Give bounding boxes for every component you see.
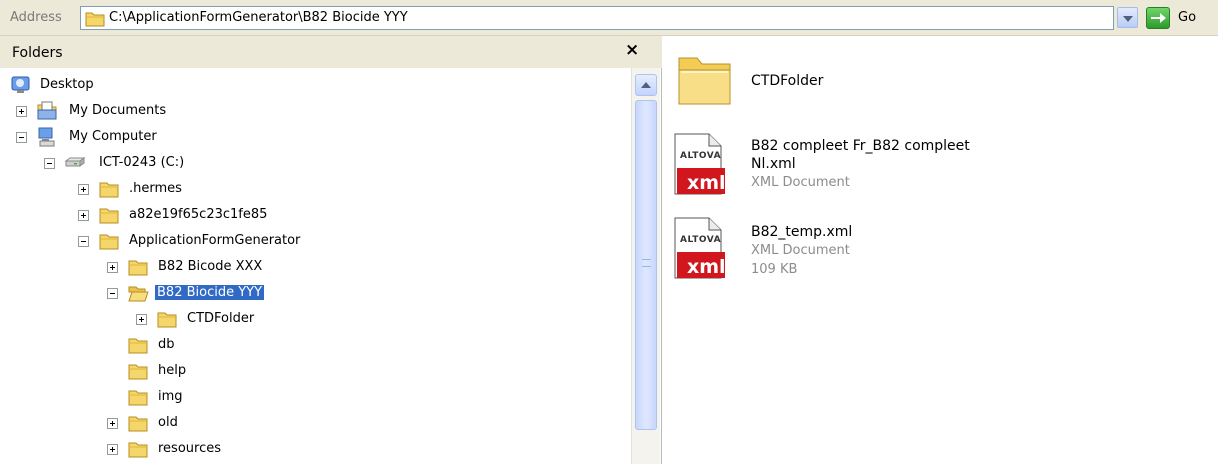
folders-pane-header: Folders ×	[0, 36, 662, 68]
address-path: C:\ApplicationFormGenerator\B82 Biocide …	[109, 10, 408, 25]
expand-icon[interactable]	[78, 184, 89, 195]
tree-item-label: db	[158, 337, 175, 352]
folder-icon	[128, 416, 148, 432]
tree-item-label: a82e19f65c23c1fe85	[129, 207, 268, 222]
file-item-b82-temp-xml[interactable]: ALTOVA xml B82_temp.xml XML Document 109…	[671, 216, 1001, 290]
go-arrow-icon	[1146, 7, 1170, 29]
collapse-icon[interactable]	[107, 288, 118, 299]
address-dropdown-button[interactable]	[1117, 7, 1138, 28]
tree-item-label: ICT-0243 (C:)	[99, 155, 185, 170]
file-name: B82_temp.xml	[751, 224, 853, 240]
close-icon[interactable]: ×	[625, 40, 639, 60]
file-name-continued: Nl.xml	[751, 156, 796, 172]
tree-item-b82-bicode-xxx[interactable]: B82 Bicode XXX	[0, 256, 360, 280]
grip-icon	[642, 259, 651, 267]
address-label: Address	[10, 10, 62, 25]
tree-item-label: B82 Bicode XXX	[158, 259, 263, 274]
collapse-icon[interactable]	[78, 236, 89, 247]
computer-icon	[38, 127, 55, 147]
folder-tree: Desktop My Documents My Computer ICT-024…	[0, 74, 630, 464]
drive-icon	[64, 157, 86, 167]
expand-icon[interactable]	[107, 418, 118, 429]
tree-item-my-computer[interactable]: My Computer	[0, 126, 300, 150]
tree-item-label: help	[158, 363, 187, 378]
tree-item-desktop[interactable]: Desktop	[0, 74, 300, 98]
expand-icon[interactable]	[107, 444, 118, 455]
folders-scrollbar[interactable]	[631, 68, 660, 464]
folder-icon	[128, 364, 148, 380]
folder-icon	[128, 390, 148, 406]
desktop-icon	[11, 76, 30, 93]
address-input[interactable]: C:\ApplicationFormGenerator\B82 Biocide …	[80, 6, 1114, 30]
file-list: CTDFolder ALTOVA xml B82 compleet Fr_B82…	[663, 36, 1218, 464]
address-bar: Address C:\ApplicationFormGenerator\B82 …	[0, 0, 1218, 36]
folders-pane-title: Folders	[12, 45, 63, 61]
chevron-down-icon	[1123, 16, 1133, 22]
expand-icon[interactable]	[78, 210, 89, 221]
open-folder-icon	[128, 286, 149, 302]
file-size: 109 KB	[751, 262, 798, 277]
file-name: CTDFolder	[751, 73, 824, 89]
file-item-ctdfolder[interactable]: CTDFolder	[675, 48, 975, 114]
tree-item-label: img	[158, 389, 183, 404]
tree-item-old[interactable]: old	[0, 412, 360, 436]
folders-pane: Folders × Desktop My Documents My Comput…	[0, 36, 662, 464]
folder-icon	[99, 208, 119, 224]
large-folder-icon	[678, 57, 731, 105]
folder-icon	[99, 234, 119, 250]
tree-item-hermes[interactable]: .hermes	[0, 178, 360, 202]
folder-icon	[99, 182, 119, 198]
folder-icon	[128, 338, 148, 354]
tree-item-label: old	[158, 415, 178, 430]
tree-item-db[interactable]: db	[0, 334, 360, 358]
tree-item-applicationformgenerator[interactable]: ApplicationFormGenerator	[0, 230, 360, 254]
file-type: XML Document	[751, 243, 850, 258]
xml-badge-label: xml	[687, 172, 726, 194]
tree-item-b82-biocide-yyy[interactable]: B82 Biocide YYY	[0, 282, 360, 306]
xml-badge-label: xml	[687, 256, 726, 278]
altova-brand-label: ALTOVA	[680, 235, 722, 245]
tree-item-label: ApplicationFormGenerator	[129, 233, 301, 248]
tree-item-label: Desktop	[40, 77, 94, 92]
tree-item-label: CTDFolder	[187, 311, 255, 326]
tree-item-label: My Computer	[69, 129, 157, 144]
folder-icon	[128, 260, 148, 276]
scroll-up-button[interactable]	[635, 74, 657, 96]
folder-icon	[85, 12, 105, 27]
file-name: B82 compleet Fr_B82 compleet	[751, 138, 970, 154]
tree-item-label: My Documents	[69, 103, 167, 118]
tree-item-drive-c[interactable]: ICT-0243 (C:)	[0, 152, 300, 176]
tree-item-label: resources	[158, 441, 222, 456]
tree-item-resources[interactable]: resources	[0, 438, 360, 462]
scroll-thumb[interactable]	[635, 100, 657, 430]
collapse-icon[interactable]	[16, 132, 27, 143]
folder-icon	[128, 442, 148, 458]
expand-icon[interactable]	[136, 314, 147, 325]
collapse-icon[interactable]	[44, 158, 55, 169]
expand-icon[interactable]	[107, 262, 118, 273]
tree-item-help[interactable]: help	[0, 360, 360, 384]
folder-icon	[157, 312, 177, 328]
documents-icon	[37, 101, 57, 120]
tree-item-img[interactable]: img	[0, 386, 360, 410]
file-item-b82-compleet-xml[interactable]: ALTOVA xml B82 compleet Fr_B82 compleet …	[671, 132, 1001, 206]
go-button[interactable]: Go	[1146, 7, 1212, 29]
tree-item-my-documents[interactable]: My Documents	[0, 100, 300, 124]
file-type: XML Document	[751, 175, 850, 190]
altova-brand-label: ALTOVA	[680, 151, 722, 161]
go-label: Go	[1178, 10, 1197, 25]
tree-item-a82e19f65c23c1fe85[interactable]: a82e19f65c23c1fe85	[0, 204, 360, 228]
tree-item-label: B82 Biocide YYY	[153, 284, 266, 301]
tree-item-ctdfolder[interactable]: CTDFolder	[0, 308, 360, 332]
tree-item-label: .hermes	[129, 181, 182, 196]
expand-icon[interactable]	[16, 106, 27, 117]
